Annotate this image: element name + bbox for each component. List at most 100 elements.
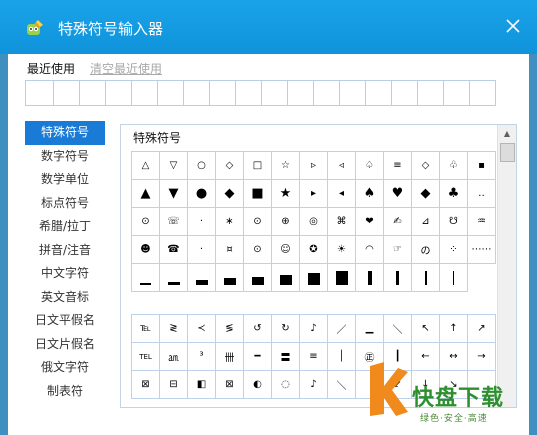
symbol-cell[interactable]: ⊠ — [216, 371, 244, 399]
symbol-cell[interactable]: ━ — [244, 343, 272, 371]
recent-symbol-slot[interactable] — [470, 80, 496, 106]
recent-symbol-slot[interactable] — [392, 80, 418, 106]
symbol-cell[interactable]: ／ — [328, 314, 356, 343]
symbol-cell[interactable]: · — [188, 208, 216, 236]
symbol-cell[interactable]: ♪ — [300, 314, 328, 343]
recent-symbol-slot[interactable] — [340, 80, 366, 106]
symbol-cell[interactable]: ⌘ — [328, 208, 356, 236]
symbol-cell[interactable]: ↑ — [440, 314, 468, 343]
symbol-cell[interactable]: ☎ — [160, 236, 188, 264]
symbol-cell[interactable]: ▲ — [131, 180, 160, 208]
symbol-cell[interactable] — [131, 264, 160, 292]
symbol-cell[interactable]: ¤ — [216, 236, 244, 264]
symbol-cell[interactable]: 卌 — [216, 343, 244, 371]
title-bar[interactable]: 特殊符号输入器 — [0, 0, 537, 54]
symbol-cell[interactable]: ❤ — [356, 208, 384, 236]
symbol-cell[interactable]: · — [188, 236, 216, 264]
symbol-cell[interactable]: 〓 — [272, 343, 300, 371]
symbol-cell[interactable]: ◆ — [412, 180, 440, 208]
symbol-cell[interactable]: ↗ — [468, 314, 496, 343]
category-item[interactable]: 制表符 — [25, 380, 105, 404]
symbol-cell[interactable]: ■ — [244, 180, 272, 208]
symbol-cell[interactable]: ↖ — [412, 314, 440, 343]
symbol-cell[interactable]: ☆ — [272, 151, 300, 180]
recent-symbol-slot[interactable] — [106, 80, 132, 106]
symbol-cell[interactable]: ★ — [272, 180, 300, 208]
symbol-cell[interactable]: ♠ — [356, 180, 384, 208]
symbol-cell[interactable]: ≷ — [160, 314, 188, 343]
symbol-cell[interactable]: ☋ — [440, 208, 468, 236]
symbol-cell[interactable]: ◇ — [412, 151, 440, 180]
recent-symbol-slot[interactable] — [418, 80, 444, 106]
symbol-cell[interactable]: ◂ — [328, 180, 356, 208]
symbol-cell[interactable]: ☞ — [384, 236, 412, 264]
recent-symbol-slot[interactable] — [262, 80, 288, 106]
symbol-cell[interactable]: ▁ — [356, 314, 384, 343]
symbol-cell[interactable]: の — [412, 236, 440, 264]
recent-symbol-slot[interactable] — [184, 80, 210, 106]
recent-symbol-slot[interactable] — [26, 80, 54, 106]
symbol-cell[interactable]: ℡ — [131, 314, 160, 343]
category-item[interactable]: 拼音/注音 — [25, 239, 105, 263]
symbol-cell[interactable]: TEL — [131, 343, 160, 371]
symbol-cell[interactable]: ☻ — [131, 236, 160, 264]
symbol-cell[interactable]: ⊙ — [131, 208, 160, 236]
symbol-cell[interactable]: ☀ — [328, 236, 356, 264]
symbol-cell[interactable]: ⊙ — [244, 236, 272, 264]
symbol-cell[interactable]: ◆ — [216, 180, 244, 208]
symbol-cell[interactable]: ○ — [188, 151, 216, 180]
symbol-cell[interactable]: │ — [328, 343, 356, 371]
close-icon[interactable] — [501, 14, 525, 38]
symbol-cell[interactable]: ♣ — [440, 180, 468, 208]
symbol-cell[interactable]: ◇ — [216, 151, 244, 180]
symbol-cell[interactable]: ◎ — [300, 208, 328, 236]
symbol-cell[interactable] — [384, 264, 412, 292]
symbol-cell[interactable]: ▪ — [468, 151, 496, 180]
symbol-cell[interactable]: ↻ — [272, 314, 300, 343]
symbol-cell[interactable]: ≶ — [216, 314, 244, 343]
symbol-cell[interactable]: ♧ — [440, 151, 468, 180]
symbol-cell[interactable]: ☏ — [160, 208, 188, 236]
symbol-cell[interactable]: ㏂ — [160, 343, 188, 371]
symbol-cell[interactable]: ⊠ — [131, 371, 160, 399]
symbol-cell[interactable]: ◠ — [356, 236, 384, 264]
symbol-cell[interactable] — [328, 264, 356, 292]
symbol-cell[interactable]: △ — [131, 151, 160, 180]
scroll-thumb[interactable] — [500, 143, 515, 162]
symbol-cell[interactable]: ◐ — [244, 371, 272, 399]
symbol-cell[interactable]: ♤ — [356, 151, 384, 180]
symbol-cell[interactable]: ☺ — [272, 236, 300, 264]
recent-symbol-slot[interactable] — [158, 80, 184, 106]
symbol-cell[interactable]: ▸ — [300, 180, 328, 208]
recent-symbol-slot[interactable] — [80, 80, 106, 106]
category-item[interactable]: 标点符号 — [25, 192, 105, 216]
symbol-cell[interactable]: ≡ — [384, 151, 412, 180]
symbol-cell[interactable]: ≡ — [300, 343, 328, 371]
category-item[interactable]: 日文平假名 — [25, 309, 105, 333]
symbol-cell[interactable]: ⁘ — [440, 236, 468, 264]
symbol-cell[interactable]: ³ — [188, 343, 216, 371]
symbol-cell[interactable]: ▽ — [160, 151, 188, 180]
recent-symbol-slot[interactable] — [54, 80, 80, 106]
symbol-cell[interactable]: ▼ — [160, 180, 188, 208]
recent-symbol-slot[interactable] — [210, 80, 236, 106]
symbol-cell[interactable]: ● — [188, 180, 216, 208]
symbol-cell[interactable]: ♥ — [384, 180, 412, 208]
symbol-cell[interactable]: ⋯⋯ — [468, 236, 496, 264]
symbol-cell[interactable] — [412, 264, 440, 292]
category-item[interactable]: 特殊符号 — [25, 121, 105, 145]
category-item[interactable]: 日文片假名 — [25, 333, 105, 357]
symbol-cell[interactable] — [440, 264, 468, 292]
scroll-up-arrow-icon[interactable]: ▲ — [498, 125, 516, 142]
category-item[interactable]: 俄文字符 — [25, 356, 105, 380]
symbol-cell[interactable]: ✪ — [300, 236, 328, 264]
category-item[interactable]: 数字符号 — [25, 145, 105, 169]
symbol-cell[interactable]: ◧ — [188, 371, 216, 399]
recent-symbol-slot[interactable] — [236, 80, 262, 106]
symbol-cell[interactable] — [272, 264, 300, 292]
symbol-cell[interactable]: ▹ — [300, 151, 328, 180]
symbol-cell[interactable]: ♒ — [468, 208, 496, 236]
category-item[interactable]: 数学单位 — [25, 168, 105, 192]
symbol-cell[interactable]: ◌ — [272, 371, 300, 399]
symbol-cell[interactable]: ⊙ — [244, 208, 272, 236]
